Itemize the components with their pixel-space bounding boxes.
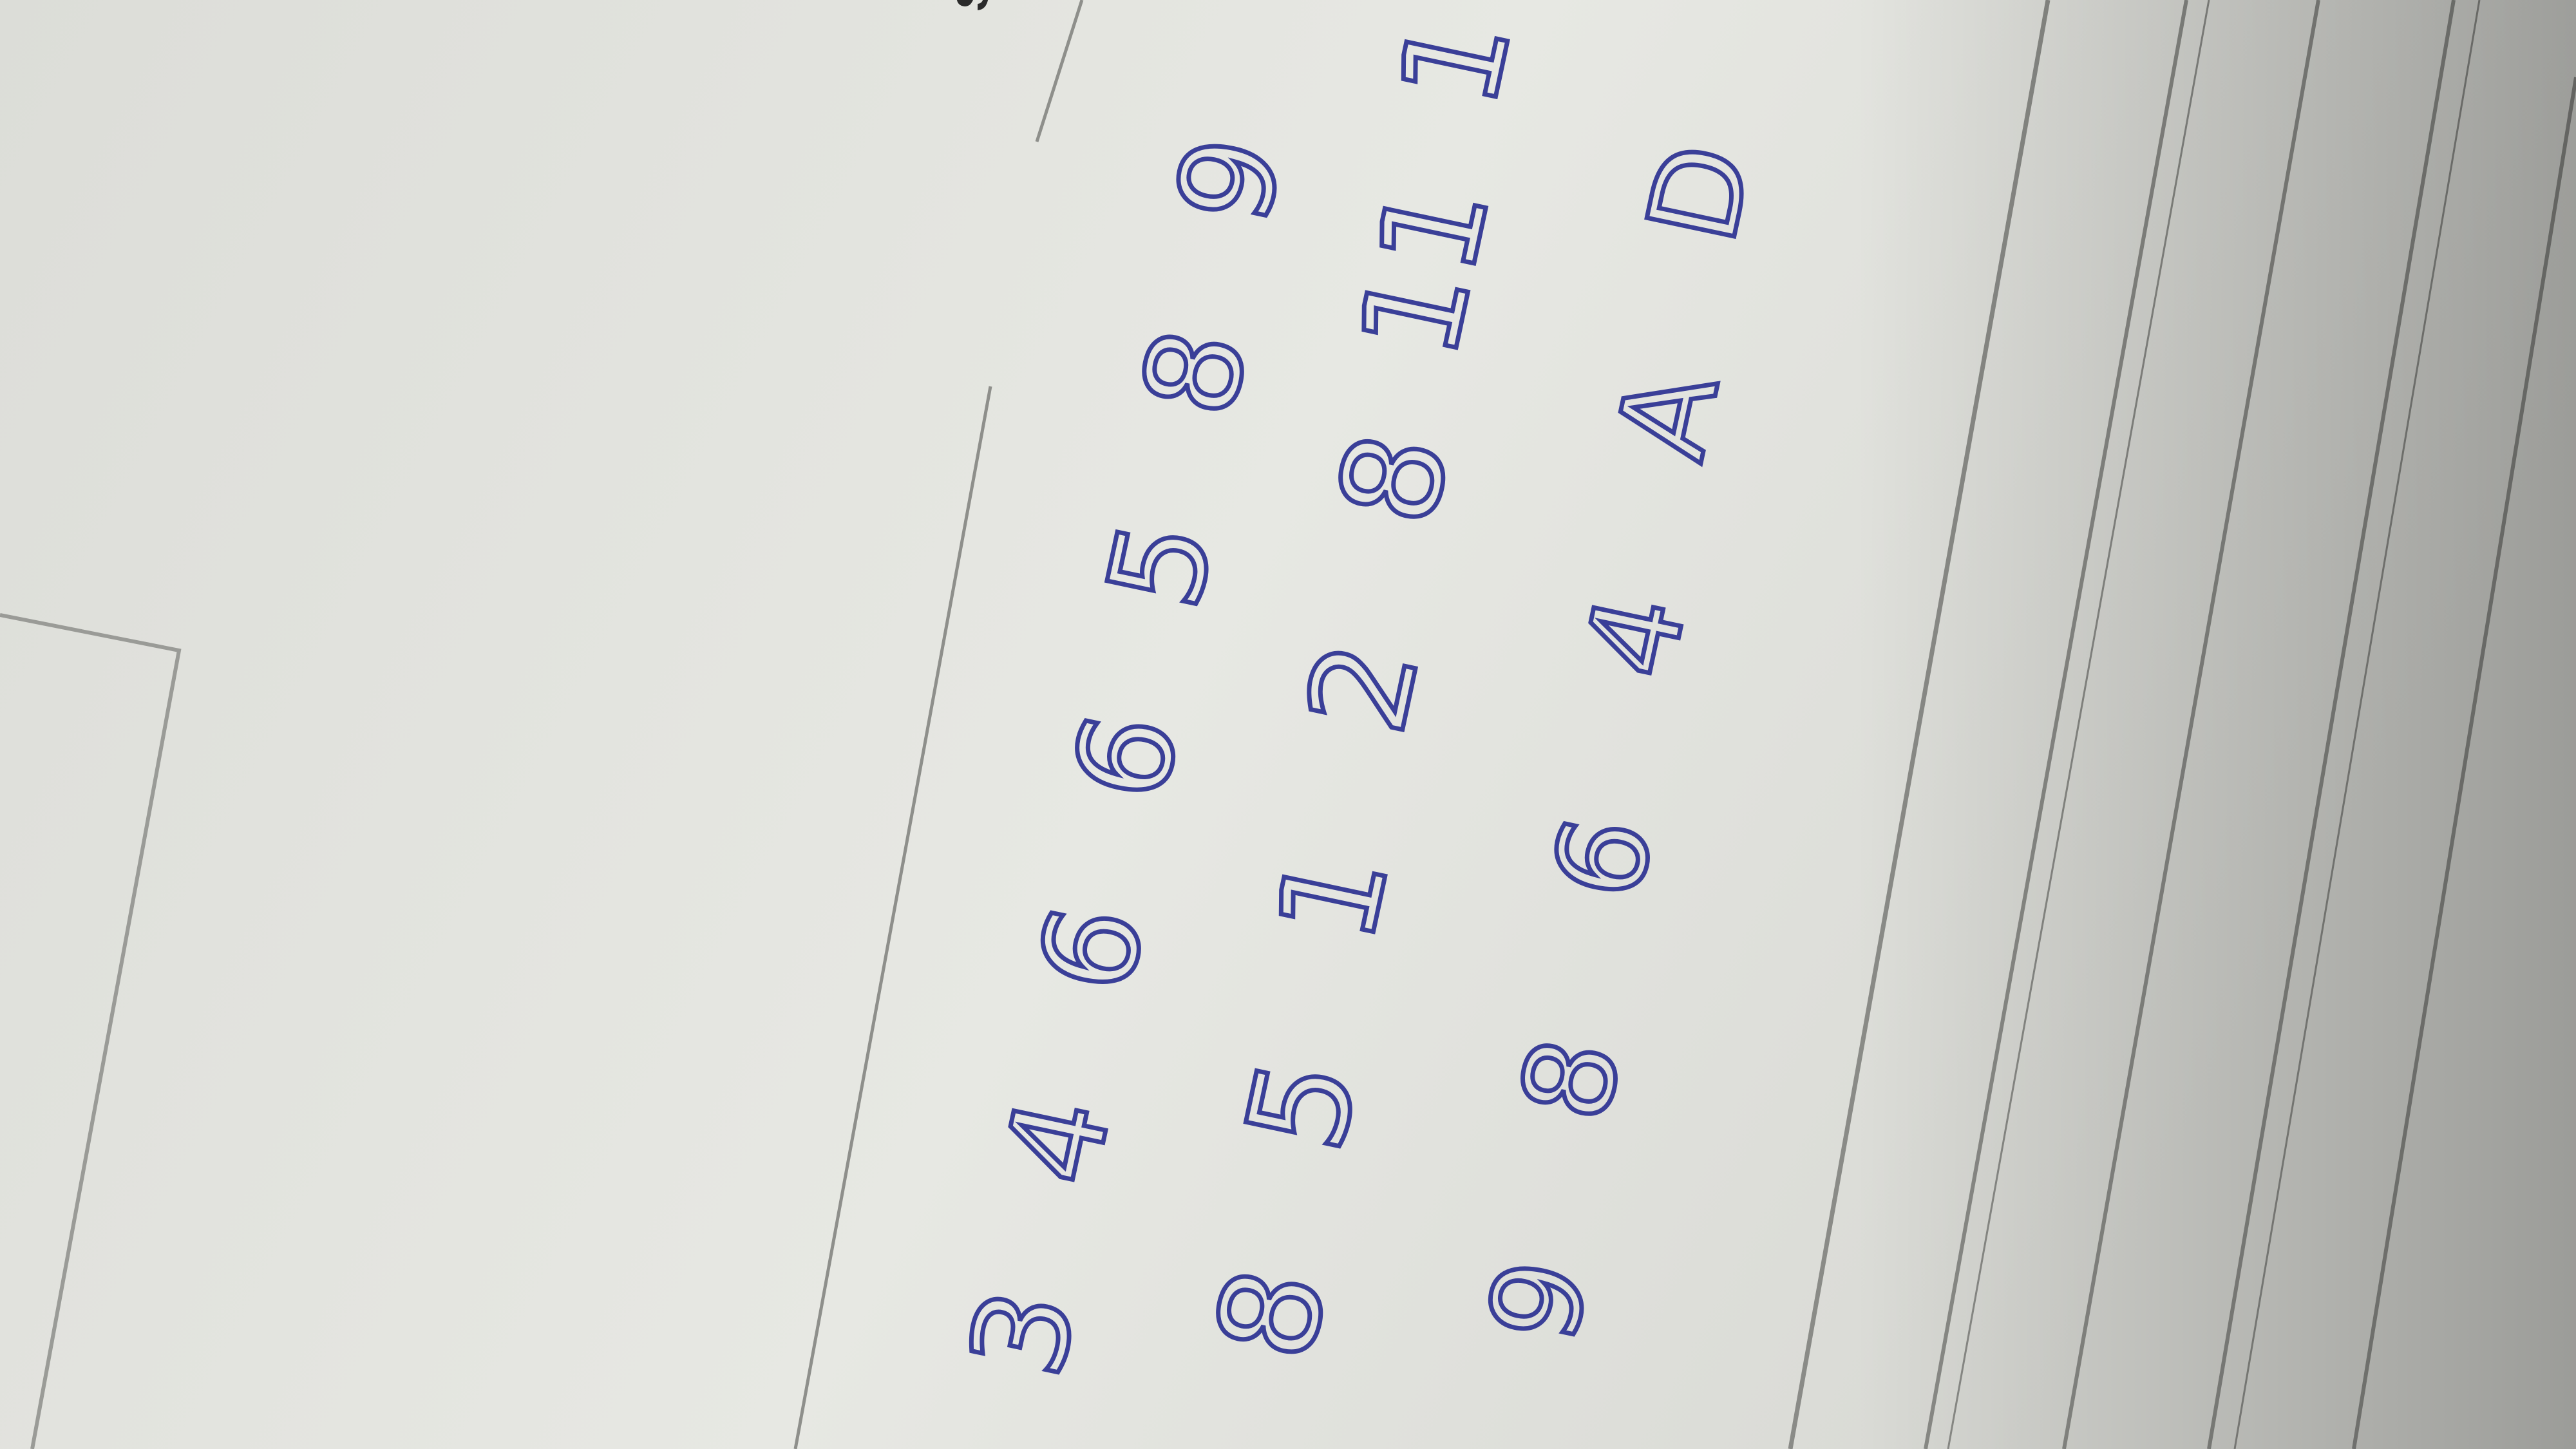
handwritten-sheet-photo: 3466589851281119864AD SI — [0, 0, 2576, 1449]
photo-canvas: 3466589851281119864AD SI — [0, 0, 2576, 1449]
